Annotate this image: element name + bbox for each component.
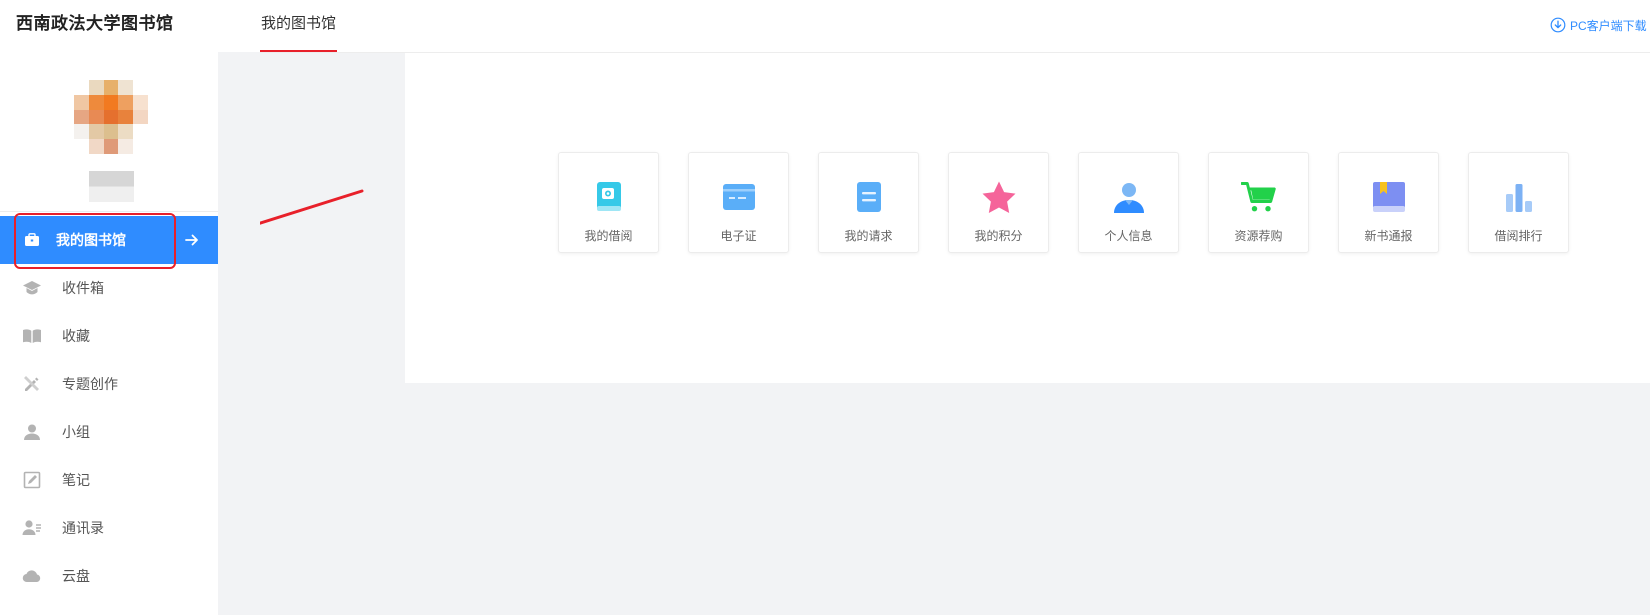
sidebar-item-label: 小组	[62, 424, 90, 440]
tab-my-library[interactable]: 我的图书馆	[260, 0, 338, 52]
briefcase-icon	[22, 230, 42, 250]
tile-label: 个人信息	[1104, 229, 1153, 243]
sidebar-item-groups[interactable]: 小组	[0, 408, 218, 456]
download-label: PC客户端下载	[1570, 18, 1647, 33]
sidebar-item-label: 专题创作	[62, 376, 118, 392]
sidebar-item-inbox[interactable]: 收件箱	[0, 264, 218, 312]
bar-chart-icon	[1501, 179, 1537, 215]
sidebar-item-label: 收件箱	[62, 280, 104, 296]
new-book-icon	[1371, 179, 1407, 215]
e-card-icon	[721, 179, 757, 215]
sidebar-divider	[0, 211, 218, 212]
library-title: 西南政法大学图书馆	[16, 14, 174, 33]
person-icon	[1111, 179, 1147, 215]
sidebar-item-contacts[interactable]: 通讯录	[0, 504, 218, 552]
tile-e-card[interactable]: 电子证	[688, 152, 789, 253]
tile-label: 电子证	[720, 229, 757, 243]
shopping-cart-icon	[1240, 179, 1277, 215]
sidebar-item-notes[interactable]: 笔记	[0, 456, 218, 504]
request-doc-icon	[851, 179, 887, 215]
tile-borrow-ranking[interactable]: 借阅排行	[1468, 152, 1569, 253]
tile-label: 我的积分	[974, 229, 1023, 243]
tile-label: 我的借阅	[584, 229, 633, 243]
tile-new-books[interactable]: 新书通报	[1338, 152, 1439, 253]
sidebar-item-label: 我的图书馆	[56, 232, 126, 248]
sidebar-item-favorites[interactable]: 收藏	[0, 312, 218, 360]
open-book-icon	[22, 326, 42, 346]
download-icon	[1550, 17, 1566, 33]
sidebar: 西南政法大学图书馆 我的图书馆 收件箱 收藏 专题创作 小组 笔记 通讯录 云盘	[0, 0, 218, 615]
tile-my-requests[interactable]: 我的请求	[818, 152, 919, 253]
sidebar-menu: 我的图书馆 收件箱 收藏 专题创作 小组 笔记 通讯录 云盘	[0, 216, 218, 600]
username-blurred	[89, 171, 134, 202]
tile-resource-recommend[interactable]: 资源荐购	[1208, 152, 1309, 253]
tile-label: 新书通报	[1364, 229, 1413, 243]
tile-label: 资源荐购	[1234, 229, 1283, 243]
note-icon	[22, 470, 42, 490]
contacts-icon	[22, 518, 42, 538]
avatar[interactable]	[74, 80, 148, 154]
sidebar-item-label: 云盘	[62, 568, 90, 584]
star-icon	[981, 179, 1017, 215]
pencil-ruler-icon	[22, 374, 42, 394]
sidebar-item-topic-creation[interactable]: 专题创作	[0, 360, 218, 408]
pc-client-download-link[interactable]: PC客户端下载	[1550, 14, 1650, 36]
sidebar-item-label: 笔记	[62, 472, 90, 488]
user-icon	[22, 422, 42, 442]
sidebar-item-label: 通讯录	[62, 520, 104, 536]
content-left-gutter	[218, 52, 260, 615]
tile-my-borrowing[interactable]: 我的借阅	[558, 152, 659, 253]
tile-label: 我的请求	[844, 229, 893, 243]
sidebar-item-cloud-drive[interactable]: 云盘	[0, 552, 218, 600]
top-bar: 我的图书馆 PC客户端下载	[218, 0, 1650, 53]
sidebar-item-label: 收藏	[62, 328, 90, 344]
sidebar-item-my-library[interactable]: 我的图书馆	[0, 216, 218, 264]
arrow-right-icon	[182, 230, 202, 250]
tile-my-points[interactable]: 我的积分	[948, 152, 1049, 253]
borrow-book-icon	[591, 179, 627, 215]
graduation-cap-icon	[22, 278, 42, 298]
tile-personal-info[interactable]: 个人信息	[1078, 152, 1179, 253]
tile-label: 借阅排行	[1494, 229, 1543, 243]
cloud-icon	[22, 566, 42, 586]
feature-tiles: 我的借阅 电子证 我的请求 我的积分 个人信息 资源荐购 新书通报 借阅排行	[558, 152, 1598, 253]
